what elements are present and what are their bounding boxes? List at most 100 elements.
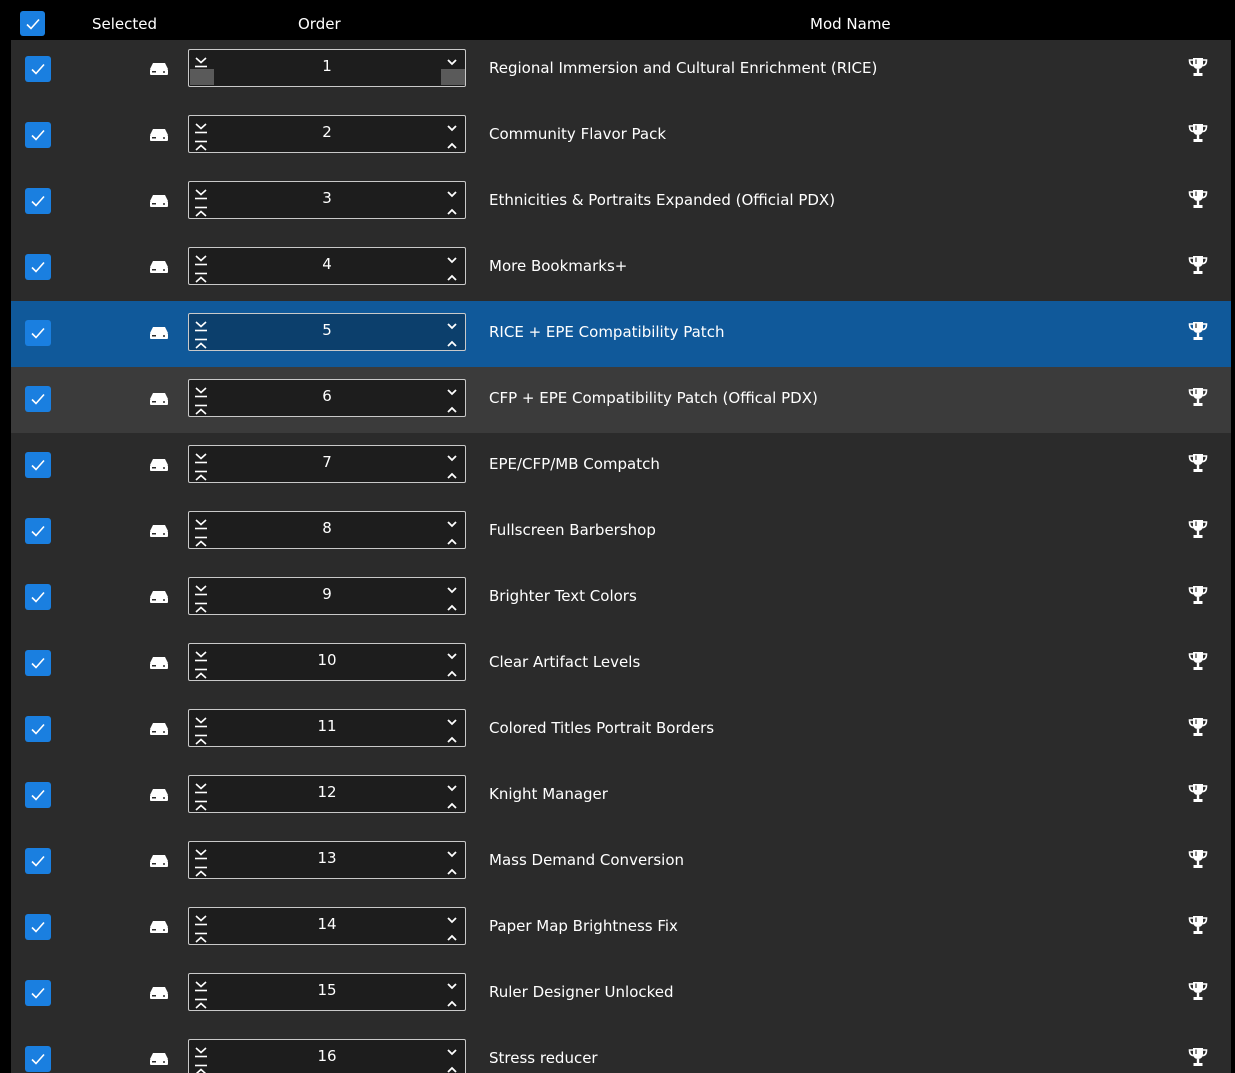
move-to-bottom-button[interactable]: [194, 119, 208, 134]
mod-enabled-checkbox[interactable]: [25, 386, 51, 412]
mod-row[interactable]: 6 CFP + EPE Compatibility Patch (Offical …: [11, 367, 1231, 433]
order-spinbox[interactable]: 9: [188, 577, 466, 615]
mod-row[interactable]: 2 Community Flavor Pack: [11, 103, 1231, 169]
mod-row[interactable]: 1 Regional Immersion and Cultural Enrichm…: [11, 40, 1231, 103]
order-down-button[interactable]: [445, 317, 459, 330]
mod-enabled-checkbox[interactable]: [25, 980, 51, 1006]
order-value[interactable]: 2: [229, 123, 425, 141]
mod-enabled-checkbox[interactable]: [25, 518, 51, 544]
order-up-button[interactable]: [445, 797, 459, 809]
move-to-top-button[interactable]: [194, 599, 208, 613]
order-up-button[interactable]: [445, 995, 459, 1007]
mod-enabled-checkbox[interactable]: [25, 716, 51, 742]
select-all-checkbox[interactable]: [20, 11, 45, 36]
order-down-button[interactable]: [445, 251, 459, 264]
move-to-top-button[interactable]: [194, 665, 208, 679]
move-to-top-button[interactable]: [194, 335, 208, 349]
order-up-button[interactable]: [445, 1061, 459, 1073]
order-spinbox[interactable]: 10: [188, 643, 466, 681]
order-up-button[interactable]: [445, 929, 459, 941]
mod-enabled-checkbox[interactable]: [25, 650, 51, 676]
mod-row[interactable]: 3 Ethnicities & Portraits Expanded (Offic…: [11, 169, 1231, 235]
move-to-top-button[interactable]: [194, 203, 208, 217]
mod-row[interactable]: 10 Clear Artifact Levels: [11, 631, 1231, 697]
order-up-button[interactable]: [445, 863, 459, 875]
order-value[interactable]: 10: [229, 651, 425, 669]
move-to-bottom-button[interactable]: [194, 251, 208, 266]
mod-enabled-checkbox[interactable]: [25, 188, 51, 214]
order-value[interactable]: 7: [229, 453, 425, 471]
move-to-bottom-button[interactable]: [194, 647, 208, 662]
mod-row[interactable]: 16 Stress reducer: [11, 1027, 1231, 1073]
move-to-bottom-button[interactable]: [194, 977, 208, 992]
order-down-button[interactable]: [445, 53, 459, 66]
mod-enabled-checkbox[interactable]: [25, 122, 51, 148]
mod-row[interactable]: 8 Fullscreen Barbershop: [11, 499, 1231, 565]
order-spinbox[interactable]: 14: [188, 907, 466, 945]
order-value[interactable]: 12: [229, 783, 425, 801]
order-value[interactable]: 15: [229, 981, 425, 999]
mod-enabled-checkbox[interactable]: [25, 782, 51, 808]
mod-name-column-header[interactable]: Mod Name: [810, 15, 891, 33]
move-to-bottom-button[interactable]: [194, 713, 208, 728]
mod-enabled-checkbox[interactable]: [25, 452, 51, 478]
order-spinbox[interactable]: 1: [188, 49, 466, 87]
move-to-bottom-button[interactable]: [194, 581, 208, 596]
order-spinbox[interactable]: 12: [188, 775, 466, 813]
mod-row[interactable]: 11 Colored Titles Portrait Borders: [11, 697, 1231, 763]
order-up-button[interactable]: [445, 467, 459, 479]
order-up-button[interactable]: [445, 401, 459, 413]
order-up-button[interactable]: [445, 665, 459, 677]
move-to-bottom-button[interactable]: [194, 383, 208, 398]
mod-row[interactable]: 15 Ruler Designer Unlocked: [11, 961, 1231, 1027]
order-value[interactable]: 9: [229, 585, 425, 603]
order-value[interactable]: 4: [229, 255, 425, 273]
order-value[interactable]: 8: [229, 519, 425, 537]
move-to-top-button[interactable]: [194, 1061, 208, 1073]
order-down-button[interactable]: [445, 647, 459, 660]
order-down-button[interactable]: [445, 845, 459, 858]
order-up-button[interactable]: [445, 269, 459, 281]
order-up-button[interactable]: [445, 203, 459, 215]
order-down-button[interactable]: [445, 911, 459, 924]
mod-row[interactable]: 9 Brighter Text Colors: [11, 565, 1231, 631]
move-to-top-button[interactable]: [194, 995, 208, 1009]
order-spinbox[interactable]: 16: [188, 1039, 466, 1073]
move-to-bottom-button[interactable]: [194, 779, 208, 794]
move-to-top-button[interactable]: [194, 269, 208, 283]
mod-row[interactable]: 12 Knight Manager: [11, 763, 1231, 829]
move-to-bottom-button[interactable]: [194, 845, 208, 860]
order-down-button[interactable]: [445, 977, 459, 990]
selected-column-header[interactable]: Selected: [92, 15, 157, 33]
move-to-top-button[interactable]: [194, 863, 208, 877]
order-spinbox[interactable]: 5: [188, 313, 466, 351]
order-up-button[interactable]: [445, 731, 459, 743]
move-to-bottom-button[interactable]: [194, 515, 208, 530]
order-down-button[interactable]: [445, 1043, 459, 1056]
order-spinbox[interactable]: 8: [188, 511, 466, 549]
move-to-bottom-button[interactable]: [194, 1043, 208, 1058]
order-down-button[interactable]: [445, 515, 459, 528]
mod-enabled-checkbox[interactable]: [25, 1046, 51, 1072]
move-to-bottom-button[interactable]: [194, 449, 208, 464]
order-spinbox[interactable]: 15: [188, 973, 466, 1011]
order-spinbox[interactable]: 6: [188, 379, 466, 417]
mod-enabled-checkbox[interactable]: [25, 584, 51, 610]
order-up-button[interactable]: [445, 599, 459, 611]
move-to-bottom-button[interactable]: [194, 317, 208, 332]
mod-row[interactable]: 14 Paper Map Brightness Fix: [11, 895, 1231, 961]
order-value[interactable]: 5: [229, 321, 425, 339]
order-spinbox[interactable]: 3: [188, 181, 466, 219]
mod-row[interactable]: 4 More Bookmarks+: [11, 235, 1231, 301]
move-to-top-button[interactable]: [194, 137, 208, 151]
order-up-button[interactable]: [445, 335, 459, 347]
order-value[interactable]: 11: [229, 717, 425, 735]
order-spinbox[interactable]: 7: [188, 445, 466, 483]
order-spinbox[interactable]: 2: [188, 115, 466, 153]
order-down-button[interactable]: [445, 581, 459, 594]
move-to-top-button[interactable]: [194, 929, 208, 943]
order-spinbox[interactable]: 11: [188, 709, 466, 747]
order-value[interactable]: 14: [229, 915, 425, 933]
order-up-button[interactable]: [445, 137, 459, 149]
move-to-bottom-button[interactable]: [194, 185, 208, 200]
